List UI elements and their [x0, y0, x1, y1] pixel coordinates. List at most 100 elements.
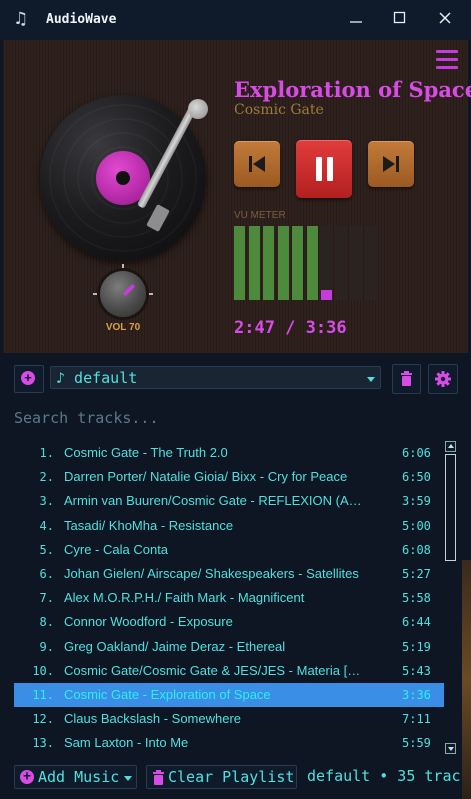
- title-bar: ♫ AudioWave: [0, 0, 471, 40]
- track-duration: 6:44: [402, 615, 431, 630]
- track-row[interactable]: 10. Cosmic Gate/Cosmic Gate & JES/JES - M…: [14, 659, 444, 683]
- vu-slot: [364, 226, 376, 300]
- vu-meter-label: VU METER: [234, 210, 286, 221]
- track-title: Tasadi/ KhoMha - Resistance: [64, 517, 234, 533]
- track-duration: 6:50: [402, 470, 431, 485]
- record-spindle: [116, 171, 130, 185]
- volume-label: VOL 70: [105, 322, 141, 333]
- volume-pointer: [122, 283, 136, 297]
- track-row[interactable]: 3. Armin van Buuren/Cosmic Gate - REFLEXI…: [14, 489, 444, 513]
- track-number: 6.: [39, 567, 54, 581]
- minimize-button[interactable]: [344, 8, 368, 32]
- track-duration: 7:11: [402, 712, 431, 727]
- minimize-icon: [350, 21, 362, 23]
- track-title: Cyre - Cala Conta: [64, 541, 169, 557]
- search-input[interactable]: [14, 404, 456, 432]
- track-row[interactable]: 6. Johan Gielen/ Airscape/ Shakespeakers …: [14, 562, 444, 586]
- vu-level-bar: [292, 226, 303, 300]
- track-title: Cosmic Gate - Exploration of Space: [64, 687, 271, 702]
- track-number: 11.: [32, 688, 54, 702]
- hamburger-menu-icon[interactable]: [436, 50, 458, 72]
- chevron-down-icon: [367, 377, 375, 382]
- vu-level-bar: [306, 226, 318, 300]
- close-icon: [439, 12, 451, 24]
- scroll-down-button[interactable]: [445, 743, 456, 754]
- track-row[interactable]: 13. Sam Laxton - Into Me 5:59: [14, 731, 444, 755]
- clear-playlist-label: Clear Playlist: [168, 768, 295, 786]
- music-note-icon: ♫: [13, 9, 29, 29]
- previous-track-button[interactable]: [234, 141, 280, 187]
- track-title: Greg Oakland/ Jaime Deraz - Ethereal: [64, 638, 286, 654]
- maximize-button[interactable]: [388, 8, 412, 32]
- track-title: Alex M.O.R.P.H./ Faith Mark - Magnificen…: [64, 590, 305, 606]
- track-list-scrollbar[interactable]: [444, 441, 457, 756]
- app-title: AudioWave: [46, 12, 117, 27]
- track-row[interactable]: 8. Connor Woodford - Exposure 6:44: [14, 610, 444, 634]
- scroll-up-button[interactable]: [445, 441, 456, 452]
- clear-playlist-button[interactable]: Clear Playlist: [146, 765, 297, 789]
- settings-button[interactable]: [428, 364, 458, 394]
- playlist-select[interactable]: ♪ default: [50, 366, 381, 389]
- track-row[interactable]: 12. Claus Backslash - Somewhere 7:11: [14, 707, 444, 731]
- add-music-button[interactable]: + Add Music: [14, 765, 137, 789]
- track-title: Sam Laxton - Into Me: [64, 735, 189, 751]
- track-row[interactable]: 2. Darren Porter/ Natalie Gioia/ Bixx - C…: [14, 465, 444, 489]
- vu-level-bar: [234, 226, 245, 300]
- trash-icon: [153, 770, 164, 785]
- track-duration: 5:19: [402, 639, 431, 654]
- delete-playlist-button[interactable]: [392, 364, 421, 394]
- track-row[interactable]: 9. Greg Oakland/ Jaime Deraz - Ethereal 5:…: [14, 635, 444, 659]
- add-music-label: Add Music: [38, 768, 120, 786]
- time-readout: 2:47 / 3:36: [234, 318, 347, 338]
- track-number: 3.: [39, 494, 54, 509]
- playlist-select-value: ♪ default: [56, 369, 138, 387]
- trash-icon: [401, 371, 412, 386]
- track-row[interactable]: 11. Cosmic Gate - Exploration of Space 3:3…: [14, 683, 444, 707]
- track-row[interactable]: 5. Cyre - Cala Conta 6:08: [14, 538, 444, 562]
- track-number: 1.: [39, 446, 54, 460]
- track-title: Armin van Buuren/Cosmic Gate - REFLEXION…: [64, 493, 369, 509]
- track-duration: 5:59: [402, 736, 431, 751]
- now-playing-artist: Cosmic Gate: [234, 102, 324, 118]
- vu-slot: [335, 226, 347, 300]
- track-number: 8.: [39, 615, 54, 630]
- close-button[interactable]: [433, 8, 457, 32]
- vu-slot: [350, 226, 361, 300]
- track-duration: 6:06: [402, 446, 431, 460]
- track-duration: 3:36: [402, 688, 431, 702]
- pause-button[interactable]: [296, 140, 352, 198]
- track-row[interactable]: 1. Cosmic Gate - The Truth 2.0 6:06: [14, 441, 444, 465]
- gear-icon: [435, 371, 451, 387]
- track-number: 10.: [32, 663, 54, 678]
- track-list: 1. Cosmic Gate - The Truth 2.0 6:06 2. Darre…: [14, 441, 444, 756]
- track-title: Cosmic Gate - The Truth 2.0: [64, 445, 228, 460]
- tonearm-pivot: [188, 99, 208, 119]
- footer-bar: + Add Music Clear Playlist default • 35 …: [0, 762, 471, 799]
- track-number: 13.: [32, 736, 54, 751]
- track-title: Cosmic Gate/Cosmic Gate & JES/JES - Mate…: [64, 662, 369, 678]
- player-panel: VOL 70 Exploration of Space Cosmic Gate …: [3, 40, 471, 353]
- track-row[interactable]: 7. Alex M.O.R.P.H./ Faith Mark - Magnific…: [14, 586, 444, 610]
- next-track-button[interactable]: [368, 141, 414, 187]
- vu-level-bar: [277, 226, 289, 300]
- plus-circle-icon: +: [21, 371, 35, 385]
- track-number: 2.: [39, 470, 54, 485]
- track-title: Connor Woodford - Exposure: [64, 614, 233, 630]
- track-duration: 5:27: [402, 567, 431, 581]
- scroll-thumb[interactable]: [445, 454, 456, 561]
- add-playlist-button[interactable]: +: [14, 365, 44, 393]
- track-number: 4.: [39, 518, 54, 533]
- track-duration: 5:00: [402, 518, 431, 533]
- playlist-status: default • 35 trac: [307, 767, 461, 785]
- track-number: 9.: [39, 639, 54, 654]
- vu-level-bar: [263, 226, 274, 300]
- track-title: Johan Gielen/ Airscape/ Shakespeakers - …: [64, 566, 359, 581]
- track-title: Darren Porter/ Natalie Gioia/ Bixx - Cry…: [64, 469, 348, 485]
- background-edge: [462, 560, 471, 799]
- maximize-icon: [393, 11, 406, 24]
- track-number: 5.: [39, 542, 54, 557]
- track-row[interactable]: 4. Tasadi/ KhoMha - Resistance 5:00: [14, 514, 444, 538]
- track-duration: 5:58: [402, 591, 431, 606]
- volume-knob[interactable]: [93, 264, 153, 317]
- track-number: 7.: [39, 591, 54, 606]
